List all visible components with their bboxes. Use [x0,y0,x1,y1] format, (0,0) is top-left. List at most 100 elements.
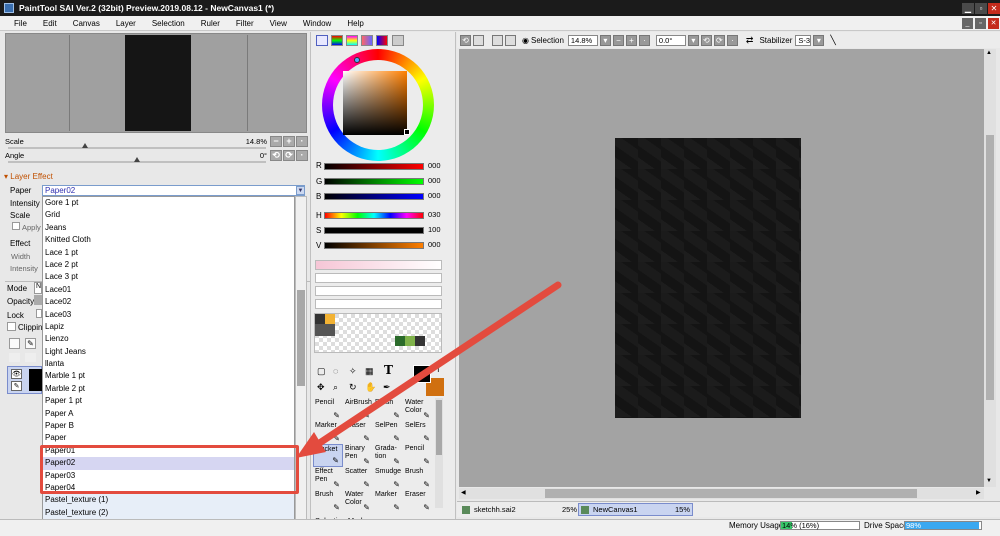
zoom-in-button[interactable]: + [283,136,295,147]
invert-selection-icon[interactable] [505,34,516,46]
tool-button[interactable]: Binary Pen ✎ [343,444,373,467]
texture-list-item[interactable]: Jeans [43,222,294,234]
tool-button[interactable]: Marker ✎ [373,490,403,513]
document-tab-active[interactable]: NewCanvas1 15% [578,503,693,516]
saturation-slider[interactable] [324,227,424,234]
move-icon[interactable]: ✥ [317,382,325,393]
texture-list-item[interactable]: Paper 1 pt [43,395,294,407]
rotate-right-button[interactable]: ⟳ [713,34,725,46]
color-marker[interactable] [404,129,410,135]
g-value[interactable]: 000 [428,176,441,185]
texture-list-scroll-thumb[interactable] [297,290,305,386]
swatch-tab-icon[interactable] [376,35,388,46]
tool-button[interactable]: SelPen ✎ [373,421,403,444]
color-wheel-tab-icon[interactable] [316,35,328,46]
rgb-slider-tab-icon[interactable] [331,35,343,46]
texture-list-item[interactable]: Lace02 [43,296,294,308]
document-tab[interactable]: sketchh.sai2 25% [462,504,577,515]
tool-button[interactable]: Bucket ✎ [313,444,343,467]
texture-list-item[interactable]: Lace03 [43,309,294,321]
doc-minimize-button[interactable]: _ [962,18,973,29]
h-value[interactable]: 030 [428,210,441,219]
value-slider[interactable] [324,242,424,249]
tool-button[interactable]: Pencil ✎ [403,444,433,467]
rotation-input[interactable]: 0.0° [655,34,686,46]
tool-button[interactable]: Marker ✎ [313,421,343,444]
zoom-reset-button[interactable]: · [638,34,650,46]
zoom-in-button[interactable]: + [625,34,637,46]
color-mix-bar[interactable] [315,273,442,283]
color-mix-bar[interactable] [315,286,442,296]
swatch[interactable] [405,336,415,346]
swatch[interactable] [325,314,335,324]
texture-list-item[interactable]: Paper [43,432,294,444]
color-mix-bar[interactable] [315,260,442,270]
swatch[interactable] [315,314,325,324]
green-slider[interactable] [324,178,424,185]
eye-icon[interactable]: 👁 [11,369,22,379]
rotate-right-button[interactable]: ⟳ [283,150,295,161]
color-mix-bar[interactable] [315,299,442,309]
fill-icon[interactable]: ▦ [365,366,374,377]
rect-select-icon[interactable]: ▢ [317,366,326,377]
tool-button[interactable]: SelErs ✎ [403,421,433,444]
menu-canvas[interactable]: Canvas [73,19,100,28]
hue-marker[interactable] [354,57,360,63]
texture-list-item[interactable]: Pastel_texture (1) [43,494,294,507]
doc-close-button[interactable]: ✕ [988,18,999,29]
zoom-out-button[interactable]: − [612,34,624,46]
texture-list-item[interactable]: Pastel_texture (2) [43,506,294,520]
paper-dropdown[interactable]: Paper02 [42,185,305,196]
tool-button[interactable]: Grada-tion ✎ [373,444,403,467]
tool-button[interactable]: Water Color ✎ [343,490,373,513]
tool-button[interactable]: Brush ✎ [403,467,433,490]
r-value[interactable]: 000 [428,161,441,170]
scroll-left-icon[interactable]: ◀ [461,489,466,496]
texture-list-item[interactable]: Lace 2 pt [43,259,294,271]
brush-icon[interactable]: ✎ [11,381,22,391]
new-folder-icon[interactable]: ✎ [25,338,36,349]
tool-button[interactable]: Effect Pen ✎ [313,467,343,490]
magic-wand-icon[interactable]: ✧ [349,366,357,377]
b-value[interactable]: 000 [428,191,441,200]
texture-list-item[interactable]: Lienzo [43,333,294,345]
close-button[interactable]: ✕ [988,3,1000,14]
texture-list-item[interactable]: Paper B [43,420,294,432]
tool-button[interactable]: Brush ✎ [373,398,403,421]
lasso-icon[interactable]: ◌ [333,366,338,376]
rotate-reset-button[interactable]: · [296,150,308,161]
tool-button[interactable]: Water Color ✎ [403,398,433,421]
texture-list-item[interactable]: Marble 1 pt [43,370,294,382]
doc-restore-button[interactable]: ▫ [975,18,986,29]
rotate-reset-button[interactable]: · [726,34,738,46]
blue-slider[interactable] [324,193,424,200]
scratchpad-tab-icon[interactable] [392,35,404,46]
menu-filter[interactable]: Filter [236,19,254,28]
tool-button[interactable]: Eraser ✎ [343,421,373,444]
stabilizer-dropdown-icon[interactable]: ▾ [813,34,825,46]
primary-color-swatch[interactable] [413,365,431,383]
scroll-down-icon[interactable]: ▼ [986,478,992,484]
clipping-checkbox[interactable] [7,322,16,331]
canvas-paper[interactable] [615,138,801,418]
text-tool-icon[interactable]: T [384,363,393,377]
menu-file[interactable]: File [14,19,27,28]
tool-grid-scroll-thumb[interactable] [436,400,442,455]
tool-button[interactable]: Pencil ✎ [313,398,343,421]
apply-checkbox[interactable] [12,222,20,230]
texture-list-item[interactable]: Gore 1 pt [43,197,294,209]
menu-view[interactable]: View [270,19,287,28]
texture-list-item[interactable]: Lace01 [43,284,294,296]
swatch[interactable] [395,336,405,346]
swatch[interactable] [315,324,335,336]
texture-list-item[interactable]: Grid [43,209,294,221]
menu-window[interactable]: Window [303,19,331,28]
rotate-icon[interactable]: ↻ [349,382,357,393]
scale-slider[interactable] [8,147,266,149]
tool-button[interactable]: AirBrush ✎ [343,398,373,421]
eye-icon[interactable]: ◉ [522,36,529,45]
swatch[interactable] [415,336,425,346]
rotate-left-button[interactable]: ⟲ [700,34,712,46]
angle-slider-handle[interactable] [134,157,140,162]
scroll-right-icon[interactable]: ▶ [976,489,981,496]
